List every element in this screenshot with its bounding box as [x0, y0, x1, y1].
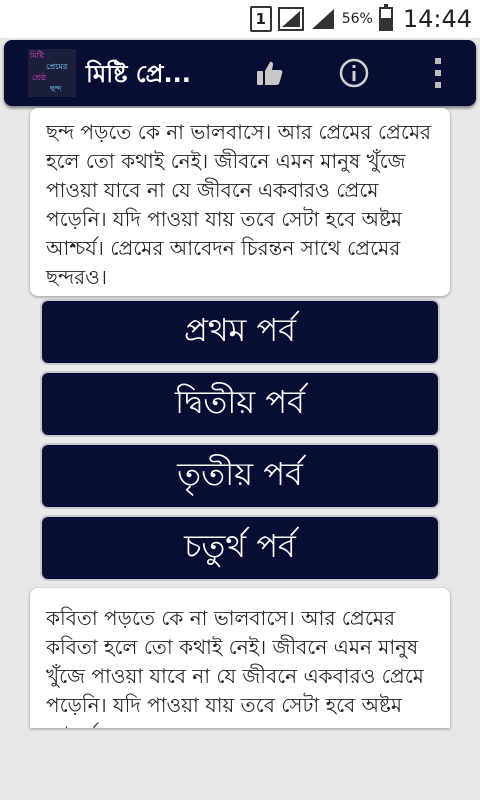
sim-slot-icon: 1: [249, 6, 272, 32]
logo-line-2: প্রেমের: [46, 62, 68, 71]
bottom-text: কবিতা পড়তে কে না ভালবাসে। আর প্রেমের কব…: [46, 606, 424, 728]
episode-button-4[interactable]: চতুর্থ পর্ব: [40, 515, 440, 581]
status-bar: 1 56% 14:44: [0, 0, 480, 38]
app-logo: মিষ্টি প্রেমের শ্রেষ্ঠ ছন্দ: [28, 49, 76, 97]
status-clock: 14:44: [402, 5, 472, 33]
overflow-menu-icon[interactable]: [420, 55, 456, 91]
signal-strength-icon-2: [311, 9, 334, 29]
logo-line-1: মিষ্টি: [30, 51, 44, 60]
app-title: মিষ্টি প্রে...: [86, 60, 191, 88]
intro-text: ছন্দ পড়তে কে না ভালবাসে। আর প্রেমের প্র…: [46, 120, 432, 289]
logo-line-4: ছন্দ: [50, 84, 62, 93]
thumbs-up-icon[interactable]: [252, 55, 288, 91]
episode-button-1[interactable]: প্রথম পর্ব: [40, 299, 440, 365]
signal-strength-icon: [277, 7, 304, 31]
info-icon[interactable]: [336, 55, 372, 91]
episode-button-3[interactable]: তৃতীয় পর্ব: [40, 443, 440, 509]
logo-line-3: শ্রেষ্ঠ: [32, 73, 47, 82]
bottom-text-card: কবিতা পড়তে কে না ভালবাসে। আর প্রেমের কব…: [30, 588, 450, 728]
intro-text-card: ছন্দ পড়তে কে না ভালবাসে। আর প্রেমের প্র…: [30, 108, 450, 296]
battery-icon: [378, 4, 393, 31]
app-toolbar: মিষ্টি প্রেমের শ্রেষ্ঠ ছন্দ মিষ্টি প্রে.…: [4, 40, 476, 106]
battery-percentage: 56%: [341, 11, 373, 27]
episode-button-2[interactable]: দ্বিতীয় পর্ব: [40, 371, 440, 437]
